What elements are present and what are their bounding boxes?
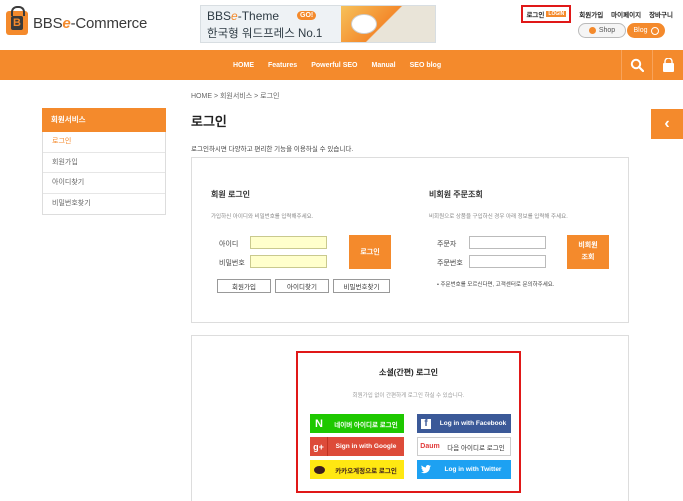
top-link-cart[interactable]: 장바구니 (649, 9, 673, 19)
banner-title-suffix: -Theme (237, 9, 280, 23)
blog-button-label: Blog (633, 27, 648, 34)
guest-order-description: 비회원으로 상품을 구입하신 경우 아래 정보를 입력해 주세요. (429, 214, 568, 220)
password-input[interactable] (250, 255, 327, 268)
page-description: 로그인하시면 다양하고 편리한 기능을 이용하실 수 있습니다. (191, 146, 354, 153)
banner-title: BBSe-Theme (207, 9, 279, 23)
promo-banner[interactable]: BBSe-Theme GO! 한국형 워드프레스 No.1 (200, 5, 436, 43)
nav-item-home[interactable]: HOME (233, 62, 254, 69)
google-plus-icon: g+ (310, 437, 328, 456)
order-number-label: 주문번호 (437, 260, 463, 267)
naver-login-label: 네이버 아이디로 로그인 (334, 421, 398, 429)
social-login-box: 소셜(간편) 로그인 회원가입 없이 간편하게 로그인 하실 수 있습니다. N… (296, 351, 521, 493)
social-login-description: 회원가입 없이 간편하게 로그인 하실 수 있습니다. (352, 393, 465, 399)
search-icon (630, 58, 644, 72)
site-logo[interactable]: B BBSe-Commerce (6, 6, 156, 37)
banner-go-badge: GO! (297, 11, 317, 20)
kakao-talk-icon (310, 460, 328, 479)
banner-title-accent: e (231, 9, 238, 23)
blog-button[interactable]: Blog (627, 23, 665, 38)
kakao-login-label: 카카오계정으로 로그인 (335, 467, 397, 475)
order-number-input[interactable] (469, 255, 546, 268)
sidebar-title: 회원서비스 (42, 108, 166, 132)
guest-lookup-line2: 조회 (581, 254, 595, 261)
shop-button-label: Shop (598, 27, 616, 34)
top-link-join[interactable]: 회원가입 (579, 9, 603, 19)
id-input[interactable] (250, 236, 327, 249)
guest-order-note-text: 주문번호를 모르신다면, 고객센터로 문의하주세요. (440, 282, 555, 288)
sidebar-item-find-id[interactable]: 아이디찾기 (43, 173, 165, 194)
chevron-left-icon: ‹ (664, 115, 670, 132)
nav-items: HOME Features Powerful SEO Manual SEO bl… (233, 50, 441, 80)
logo-text-accent: e (62, 14, 71, 32)
sidebar-item-join[interactable]: 회원가입 (43, 153, 165, 173)
member-login-title: 회원 로그인 (211, 190, 251, 199)
twitter-login-button[interactable]: Log in with Twitter (417, 460, 511, 479)
breadcrumb: HOME > 회원서비스 > 로그인 (191, 93, 280, 100)
login-tag: LOGIN (546, 11, 567, 17)
guest-lookup-line1: 비회원 (578, 242, 598, 249)
join-button[interactable]: 회원가입 (217, 279, 271, 293)
page-title: 로그인 (191, 114, 227, 129)
cart-button[interactable] (652, 50, 683, 80)
twitter-bird-icon (417, 460, 435, 479)
orderer-label: 주문자 (437, 241, 457, 248)
logo-badge: B (11, 16, 23, 30)
nav-item-seo-blog[interactable]: SEO blog (410, 62, 442, 69)
facebook-icon: f (417, 414, 435, 433)
banner-title-prefix: BBS (207, 9, 232, 23)
sidebar-item-login[interactable]: 로그인 (43, 132, 165, 153)
login-button[interactable]: 로그인 (349, 235, 391, 269)
twitter-login-label: Log in with Twitter (444, 466, 502, 473)
social-login-title: 소셜(간편) 로그인 (378, 368, 439, 377)
daum-icon: Daum (420, 443, 440, 450)
id-label: 아이디 (219, 241, 239, 248)
top-link-mypage[interactable]: 마이페이지 (611, 9, 641, 19)
member-login-description: 가입하신 아이디와 비밀번호를 입력해주세요. (211, 214, 314, 220)
top-links: 로그인 LOGIN 회원가입 마이페이지 장바구니 (521, 5, 673, 23)
shopping-bag-icon (662, 57, 674, 72)
banner-subtitle: 한국형 워드프레스 No.1 (207, 28, 323, 40)
palette-icon (351, 14, 377, 34)
google-login-label: Sign in with Google (335, 443, 397, 450)
guest-order-title: 비회원 주문조회 (429, 190, 483, 199)
logo-text: BBSe-Commerce (33, 15, 147, 32)
shop-dot-icon (588, 27, 596, 34)
main-nav: HOME Features Powerful SEO Manual SEO bl… (0, 50, 683, 80)
facebook-login-button[interactable]: f Log in with Facebook (417, 414, 511, 433)
kakao-login-button[interactable]: 카카오계정으로 로그인 (310, 460, 404, 479)
shopping-bag-icon: B (6, 6, 28, 35)
logo-text-prefix: BBS (33, 14, 63, 32)
daum-login-label: 다음 아이디로 로그인 (447, 444, 505, 452)
orderer-input[interactable] (469, 236, 546, 249)
sidebar-menu: 로그인 회원가입 아이디찾기 비밀번호찾기 (42, 132, 166, 215)
guest-order-note: • 주문번호를 모르신다면, 고객센터로 문의하주세요. (437, 282, 555, 288)
guest-lookup-button[interactable]: 비회원 조회 (567, 235, 609, 269)
search-button[interactable] (621, 50, 651, 80)
shop-button[interactable]: Shop (578, 23, 626, 38)
nav-item-features[interactable]: Features (268, 62, 297, 69)
google-login-button[interactable]: g+ Sign in with Google (310, 437, 404, 456)
naver-login-button[interactable]: N 네이버 아이디로 로그인 (310, 414, 404, 433)
side-panel-toggle[interactable]: ‹ (651, 109, 683, 139)
password-label: 비밀번호 (219, 260, 245, 267)
find-password-button[interactable]: 비밀번호찾기 (333, 279, 390, 293)
top-link-login-label: 로그인 (526, 12, 545, 19)
daum-login-button[interactable]: Daum 다음 아이디로 로그인 (417, 437, 511, 456)
login-panel: 회원 로그인 가입하신 아이디와 비밀번호를 입력해주세요. 아이디 비밀번호 … (191, 157, 629, 323)
blog-circle-icon (650, 26, 659, 35)
facebook-login-label: Log in with Facebook (439, 420, 507, 427)
naver-icon: N (315, 417, 323, 430)
logo-text-suffix: -Commerce (70, 14, 148, 32)
find-id-button[interactable]: 아이디찾기 (275, 279, 329, 293)
nav-item-powerful-seo[interactable]: Powerful SEO (311, 62, 357, 69)
nav-item-manual[interactable]: Manual (371, 62, 395, 69)
sidebar-item-find-password[interactable]: 비밀번호찾기 (43, 194, 165, 215)
top-link-login[interactable]: 로그인 LOGIN (521, 5, 572, 23)
